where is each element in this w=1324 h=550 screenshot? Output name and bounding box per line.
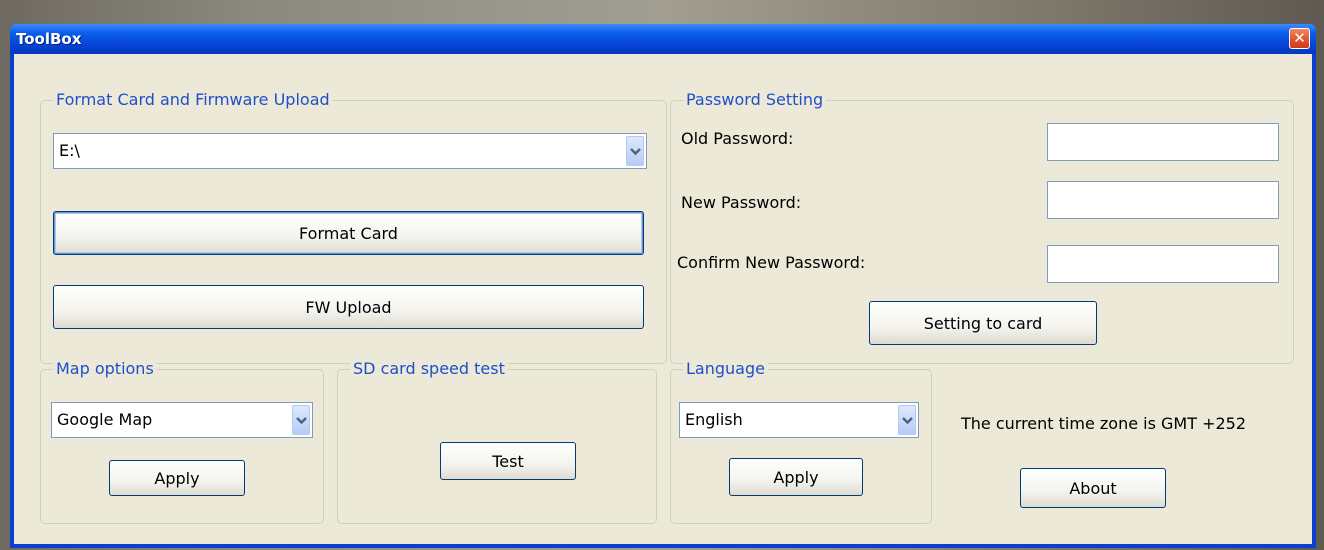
password-group-legend: Password Setting [683,91,827,109]
format-group: Format Card and Firmware Upload E:\ Form… [40,91,667,364]
sd-speed-test-legend: SD card speed test [350,360,508,378]
new-password-label: New Password: [681,193,802,212]
language-select[interactable]: English [679,402,919,438]
map-dropdown-button[interactable] [292,405,310,435]
confirm-password-field[interactable] [1047,245,1279,283]
timezone-text: The current time zone is GMT +252 [961,414,1247,433]
password-group: Password Setting Old Password: New Passw… [670,91,1294,364]
about-button[interactable]: About [1020,468,1166,508]
map-select[interactable]: Google Map [51,402,313,438]
map-options-group: Map options Google Map Apply [40,360,324,524]
fw-upload-button[interactable]: FW Upload [53,285,644,329]
close-icon: ✕ [1293,29,1306,47]
drive-select-value: E:\ [59,141,80,160]
language-dropdown-button[interactable] [898,405,916,435]
map-apply-button[interactable]: Apply [109,460,245,496]
format-card-button[interactable]: Format Card [53,211,644,255]
chevron-down-icon [902,417,913,425]
window-title: ToolBox [16,30,82,48]
old-password-field[interactable] [1047,123,1279,161]
toolbox-window: ToolBox ✕ Format Card and Firmware Uploa… [10,24,1316,548]
format-group-legend: Format Card and Firmware Upload [53,91,333,109]
map-options-legend: Map options [53,360,157,378]
language-select-value: English [685,410,743,429]
client-area: Format Card and Firmware Upload E:\ Form… [14,54,1312,544]
chevron-down-icon [296,417,307,425]
map-select-value: Google Map [57,410,153,429]
language-group: Language English Apply [670,360,932,524]
drive-select[interactable]: E:\ [53,133,647,169]
language-legend: Language [683,360,768,378]
confirm-password-label: Confirm New Password: [677,253,866,272]
drive-dropdown-button[interactable] [626,136,644,166]
language-apply-button[interactable]: Apply [729,458,863,496]
close-button[interactable]: ✕ [1289,28,1310,49]
sd-speed-test-group: SD card speed test Test [337,360,657,524]
new-password-field[interactable] [1047,181,1279,219]
setting-to-card-button[interactable]: Setting to card [869,301,1097,345]
sd-test-button[interactable]: Test [440,442,576,480]
old-password-label: Old Password: [681,129,794,148]
title-bar[interactable]: ToolBox ✕ [10,24,1316,54]
chevron-down-icon [630,148,641,156]
